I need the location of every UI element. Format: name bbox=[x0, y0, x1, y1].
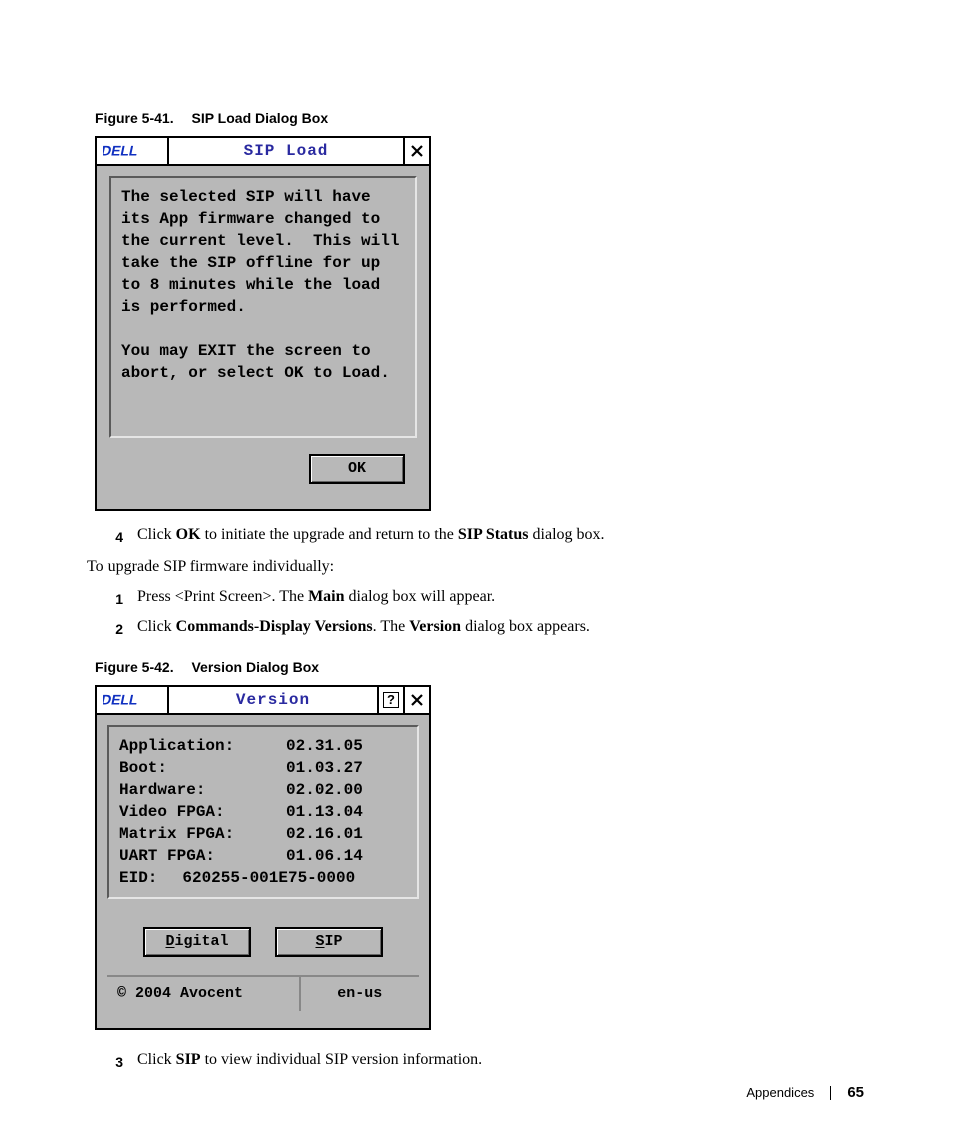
dell-logo: DELL bbox=[97, 687, 169, 713]
version-row-video-fpga: Video FPGA: 01.13.04 bbox=[119, 801, 407, 823]
intro-paragraph: To upgrade SIP firmware individually: bbox=[87, 555, 864, 579]
locale-text: en-us bbox=[301, 977, 419, 1011]
step-number: 4 bbox=[95, 523, 137, 549]
step-number: 3 bbox=[95, 1048, 137, 1074]
step-text: Press <Print Screen>. The Main dialog bo… bbox=[137, 585, 864, 611]
step-text: Click Commands-Display Versions. The Ver… bbox=[137, 615, 864, 641]
version-dialog: DELL Version ? Application: 02.31.05 bbox=[95, 685, 431, 1030]
message-paragraph-1: The selected SIP will have its App firmw… bbox=[121, 186, 405, 318]
message-paragraph-2: You may EXIT the screen to abort, or sel… bbox=[121, 340, 405, 384]
version-row-uart-fpga: UART FPGA: 01.06.14 bbox=[119, 845, 407, 867]
page-number: 65 bbox=[847, 1084, 864, 1101]
version-footer: © 2004 Avocent en-us bbox=[107, 975, 419, 1011]
figure-title: Version Dialog Box bbox=[191, 659, 319, 675]
message-panel: The selected SIP will have its App firmw… bbox=[109, 176, 417, 438]
close-icon[interactable] bbox=[403, 138, 429, 164]
section-name: Appendices bbox=[746, 1085, 814, 1100]
step-text: Click SIP to view individual SIP version… bbox=[137, 1048, 864, 1074]
svg-text:DELL: DELL bbox=[103, 143, 140, 159]
figure-title: SIP Load Dialog Box bbox=[191, 110, 328, 126]
ok-button[interactable]: OK bbox=[309, 454, 405, 484]
dialog-title: SIP Load bbox=[169, 138, 403, 164]
version-row-eid: EID: 620255-001E75-0000 bbox=[119, 867, 407, 889]
sip-button[interactable]: SIP bbox=[275, 927, 383, 957]
step-4: 4 Click OK to initiate the upgrade and r… bbox=[95, 523, 864, 549]
page: Figure 5-41. SIP Load Dialog Box DELL SI… bbox=[0, 0, 954, 1145]
figure-id: Figure 5-42. bbox=[95, 659, 174, 675]
dialog-body: Application: 02.31.05 Boot: 01.03.27 Har… bbox=[97, 715, 429, 1021]
dell-logo-icon: DELL bbox=[103, 142, 161, 160]
digital-button[interactable]: Digital bbox=[143, 927, 251, 957]
version-row-hardware: Hardware: 02.02.00 bbox=[119, 779, 407, 801]
sip-button-underline: S bbox=[315, 931, 324, 953]
version-row-application: Application: 02.31.05 bbox=[119, 735, 407, 757]
page-footer: Appendices 65 bbox=[746, 1084, 864, 1101]
step-2: 2 Click Commands-Display Versions. The V… bbox=[95, 615, 864, 641]
dell-logo-icon: DELL bbox=[103, 691, 161, 709]
version-row-boot: Boot: 01.03.27 bbox=[119, 757, 407, 779]
dialog-title: Version bbox=[169, 687, 377, 713]
figure-id: Figure 5-41. bbox=[95, 110, 174, 126]
step-text: Click OK to initiate the upgrade and ret… bbox=[137, 523, 864, 549]
step-3: 3 Click SIP to view individual SIP versi… bbox=[95, 1048, 864, 1074]
version-table: Application: 02.31.05 Boot: 01.03.27 Har… bbox=[119, 735, 407, 889]
figure-5-42-caption: Figure 5-42. Version Dialog Box bbox=[95, 659, 864, 675]
help-icon[interactable]: ? bbox=[377, 687, 403, 713]
svg-text:DELL: DELL bbox=[103, 692, 140, 708]
version-button-row: Digital SIP bbox=[107, 927, 419, 957]
close-icon[interactable] bbox=[403, 687, 429, 713]
version-panel: Application: 02.31.05 Boot: 01.03.27 Har… bbox=[107, 725, 419, 899]
sip-load-dialog: DELL SIP Load The selected SIP will have… bbox=[95, 136, 431, 511]
step-number: 2 bbox=[95, 615, 137, 641]
dell-logo: DELL bbox=[97, 138, 169, 164]
figure-5-41-caption: Figure 5-41. SIP Load Dialog Box bbox=[95, 110, 864, 126]
digital-button-underline: D bbox=[165, 931, 174, 953]
step-1: 1 Press <Print Screen>. The Main dialog … bbox=[95, 585, 864, 611]
titlebar: DELL Version ? bbox=[97, 687, 429, 715]
dialog-body: The selected SIP will have its App firmw… bbox=[97, 166, 429, 496]
copyright-text: © 2004 Avocent bbox=[107, 977, 301, 1011]
step-number: 1 bbox=[95, 585, 137, 611]
ok-button-label: OK bbox=[348, 458, 366, 480]
footer-divider bbox=[830, 1086, 831, 1100]
version-row-matrix-fpga: Matrix FPGA: 02.16.01 bbox=[119, 823, 407, 845]
titlebar: DELL SIP Load bbox=[97, 138, 429, 166]
